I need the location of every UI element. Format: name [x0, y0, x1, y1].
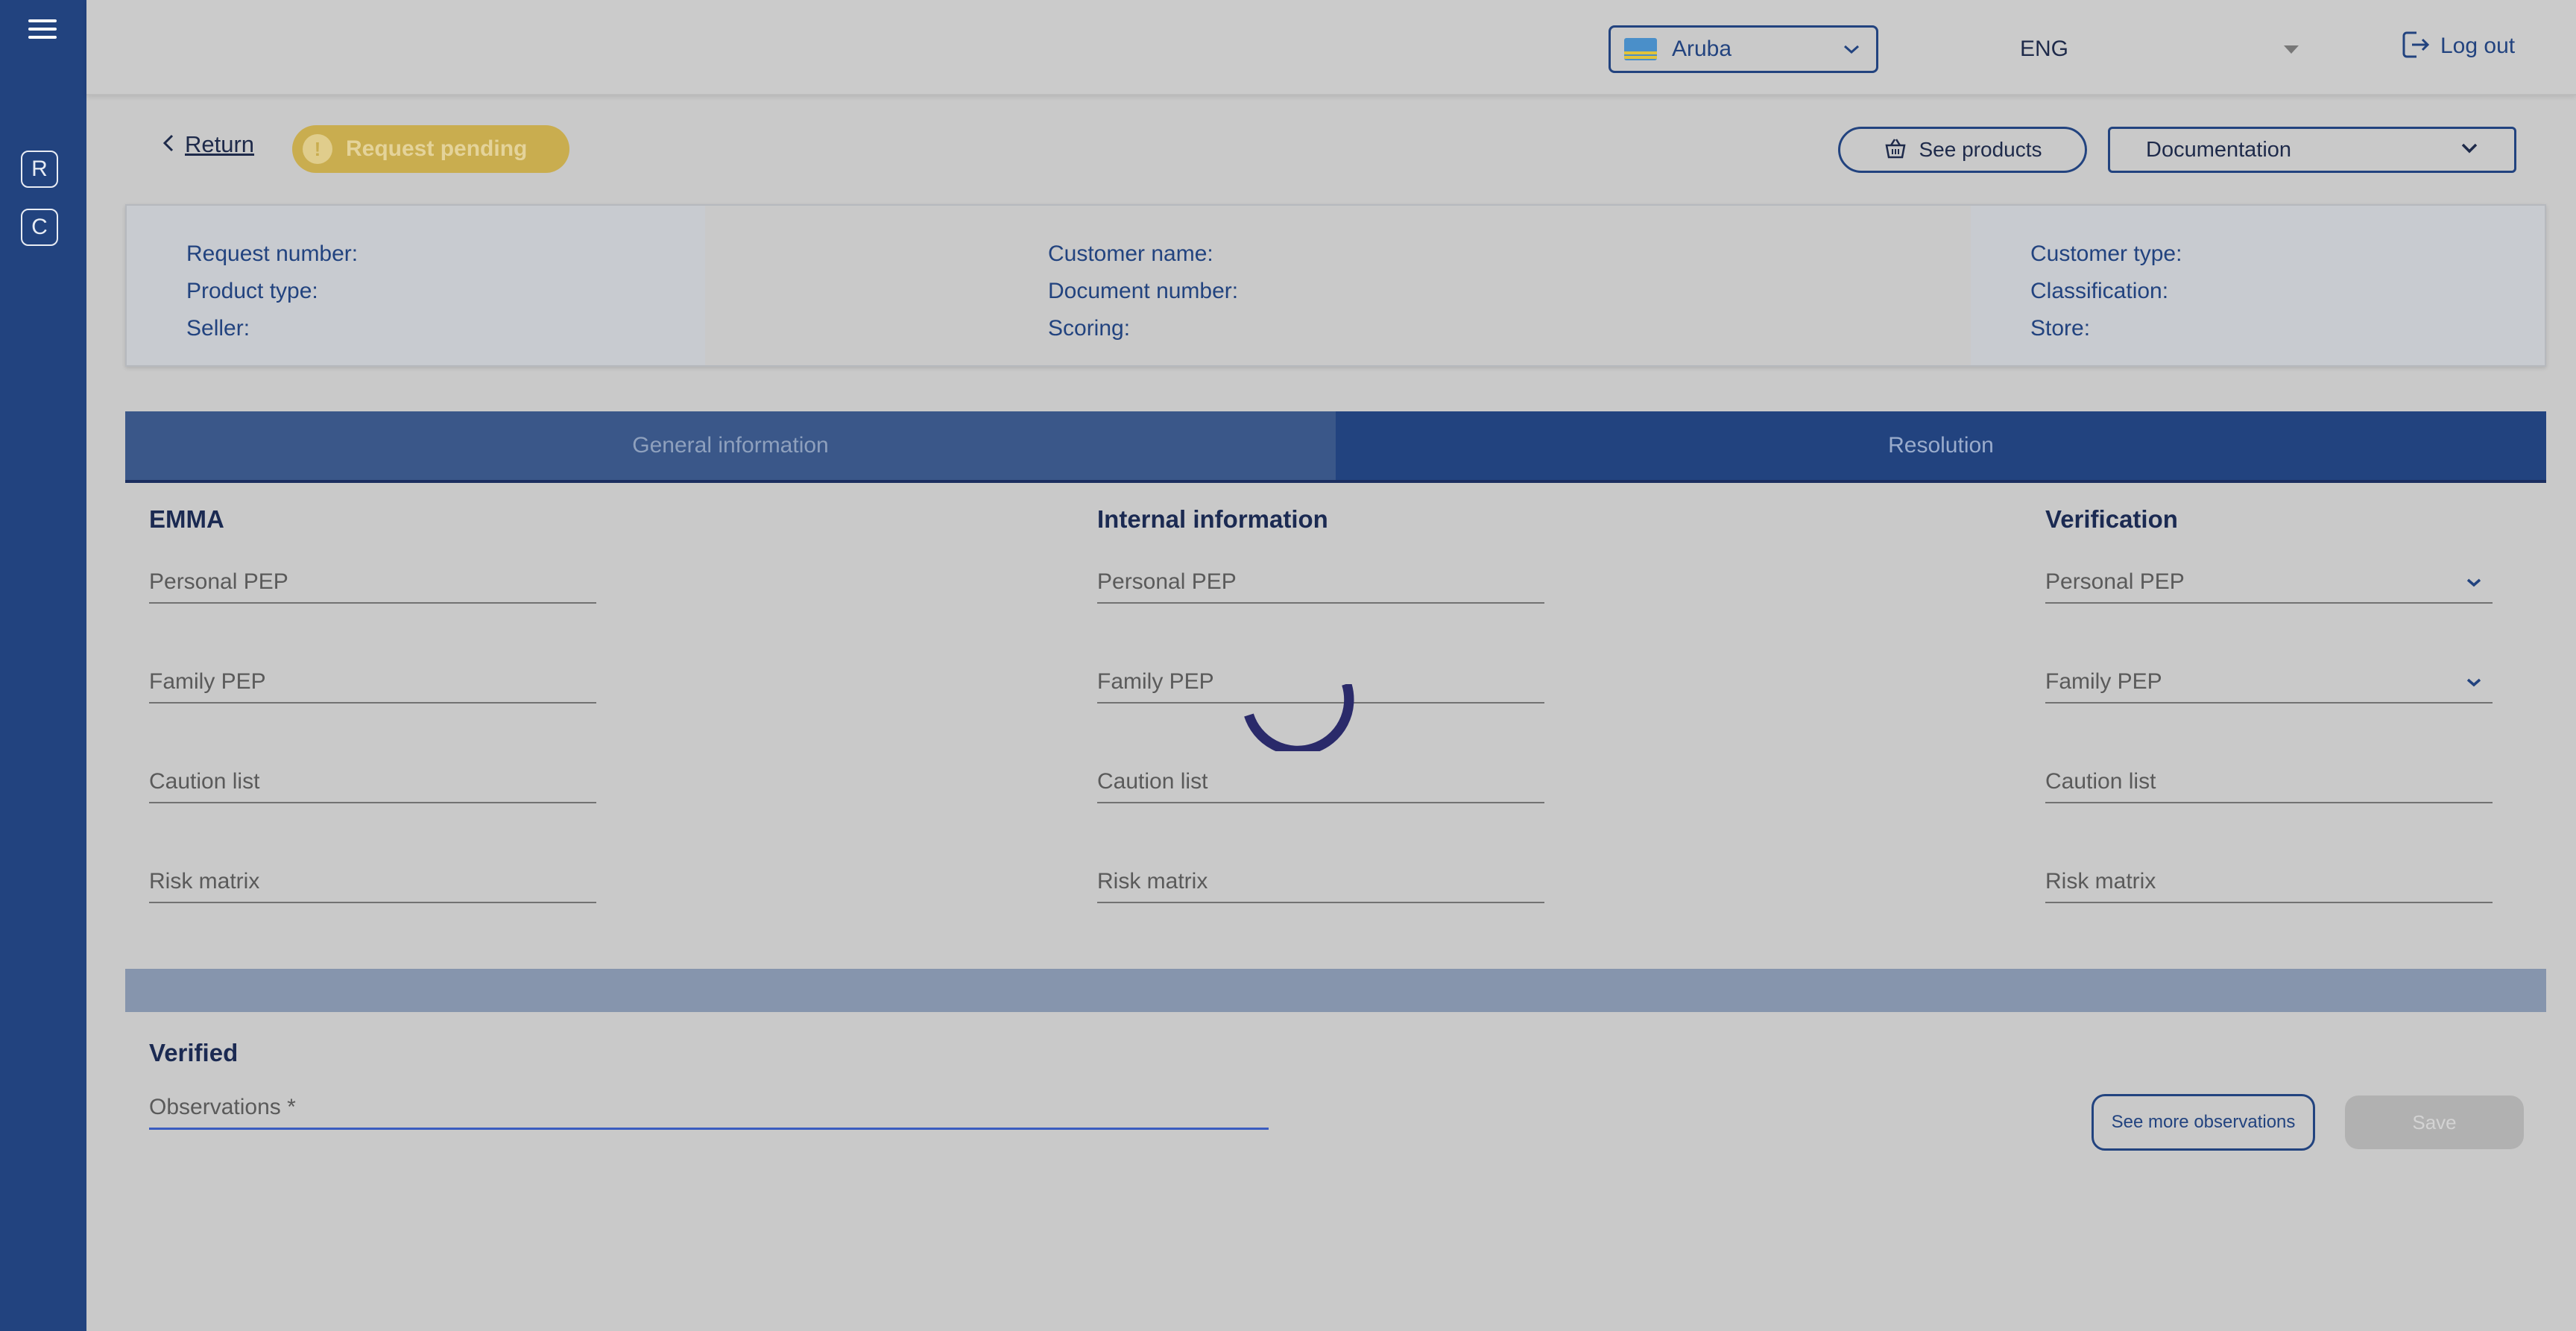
logout-button[interactable]: Log out	[2400, 28, 2515, 64]
verified-title: Verified	[149, 1039, 239, 1066]
internal-information-title: Internal information	[1097, 505, 1328, 533]
documentation-select[interactable]: Documentation	[2108, 127, 2516, 173]
aruba-flag-icon	[1624, 38, 1657, 60]
classification-label: Classification:	[2030, 279, 2169, 303]
field-label: Risk matrix	[149, 869, 260, 894]
store-label: Store:	[2030, 316, 2091, 341]
verification-caution-list-field[interactable]: Caution list	[2045, 757, 2493, 803]
emma-personal-pep-field[interactable]: Personal PEP	[149, 557, 596, 604]
chevron-down-icon	[1840, 38, 1863, 60]
field-label: Personal PEP	[1097, 569, 1237, 594]
scoring-label: Scoring:	[1048, 316, 1131, 341]
menu-icon[interactable]	[28, 19, 57, 42]
status-badge: ! Request pending	[292, 125, 569, 173]
observations-input[interactable]: Observations *	[149, 1085, 1269, 1130]
country-label: Aruba	[1672, 37, 1732, 61]
customer-type-label: Customer type:	[2030, 241, 2182, 266]
tab-resolution[interactable]: Resolution	[1336, 411, 2546, 480]
internal-personal-pep-field[interactable]: Personal PEP	[1097, 557, 1544, 604]
observations-label: Observations *	[149, 1095, 296, 1119]
tab-general-information[interactable]: General information	[125, 411, 1336, 480]
country-select[interactable]: Aruba	[1609, 25, 1878, 73]
caret-down-icon	[2284, 45, 2299, 54]
internal-caution-list-field[interactable]: Caution list	[1097, 757, 1544, 803]
field-label: Personal PEP	[2045, 569, 2185, 594]
info-column-2: Customer name: Document number: Scoring:	[705, 206, 1971, 365]
field-label: Risk matrix	[2045, 869, 2156, 894]
general-information-panel: EMMA Personal PEP Family PEP Caution lis…	[125, 483, 2546, 1186]
emma-title: EMMA	[149, 505, 224, 533]
language-label: ENG	[2020, 37, 2069, 61]
documentation-label: Documentation	[2146, 137, 2292, 162]
field-label: Caution list	[2045, 769, 2156, 794]
field-label: Family PEP	[149, 669, 266, 694]
request-number-label: Request number:	[186, 241, 359, 266]
chevron-left-icon	[162, 133, 174, 157]
emma-risk-matrix-field[interactable]: Risk matrix	[149, 857, 596, 903]
field-label: Caution list	[1097, 769, 1208, 794]
language-select[interactable]: ENG	[2020, 25, 2303, 73]
logout-label: Log out	[2440, 34, 2516, 58]
emma-family-pep-field[interactable]: Family PEP	[149, 657, 596, 704]
verification-title: Verification	[2045, 505, 2178, 533]
see-products-label: See products	[1919, 138, 2042, 161]
info-column-1: Request number: Product type: Seller:	[127, 206, 705, 365]
emma-caution-list-field[interactable]: Caution list	[149, 757, 596, 803]
see-more-observations-button[interactable]: See more observations	[2092, 1094, 2315, 1151]
return-label: Return	[185, 131, 255, 157]
verification-risk-matrix-field[interactable]: Risk matrix	[2045, 857, 2493, 903]
field-label: Personal PEP	[149, 569, 288, 594]
field-label: Caution list	[149, 769, 260, 794]
field-label: Family PEP	[2045, 669, 2162, 694]
chevron-down-icon	[2460, 142, 2478, 158]
document-number-label: Document number:	[1048, 279, 1239, 303]
customer-name-label: Customer name:	[1048, 241, 1213, 266]
return-link[interactable]: Return	[162, 131, 254, 158]
request-info-panel: Request number: Product type: Seller: Cu…	[125, 204, 2546, 367]
chevron-down-icon	[2466, 578, 2482, 592]
see-products-button[interactable]: See products	[1838, 127, 2087, 173]
chevron-down-icon	[2466, 677, 2482, 692]
sidebar: R C	[0, 0, 86, 1331]
internal-risk-matrix-field[interactable]: Risk matrix	[1097, 857, 1544, 903]
exclamation-icon: !	[303, 134, 332, 164]
logout-icon	[2400, 29, 2431, 64]
status-label: Request pending	[346, 136, 528, 161]
verification-personal-pep-select[interactable]: Personal PEP	[2045, 557, 2493, 604]
tab-bar: General information Resolution	[125, 411, 2546, 483]
save-button[interactable]: Save	[2345, 1096, 2524, 1149]
info-column-3: Customer type: Classification: Store:	[1971, 206, 2545, 365]
sidebar-item-c[interactable]: C	[21, 209, 58, 246]
verification-family-pep-select[interactable]: Family PEP	[2045, 657, 2493, 704]
sidebar-item-r[interactable]: R	[21, 151, 58, 188]
loading-spinner-icon	[1242, 682, 1361, 756]
section-divider	[125, 969, 2546, 1012]
field-label: Risk matrix	[1097, 869, 1208, 894]
seller-label: Seller:	[186, 316, 250, 341]
product-type-label: Product type:	[186, 279, 318, 303]
basket-icon	[1884, 136, 1907, 164]
